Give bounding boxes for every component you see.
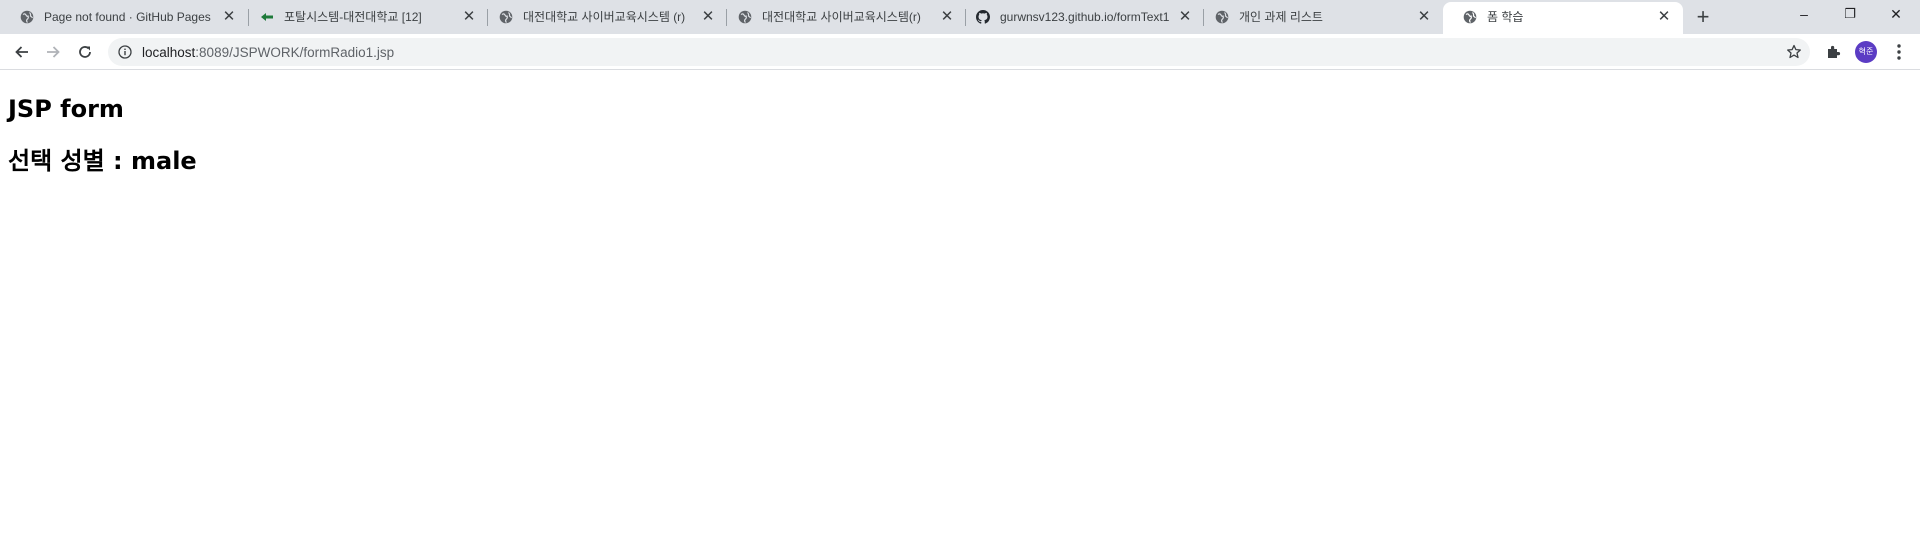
selected-gender-value: male [130, 147, 197, 175]
tab-cyber-edu-1[interactable]: 대전대학교 사이버교육시스템 (r) ✕ [479, 0, 727, 34]
url-path: :8089/JSPWORK/formRadio1.jsp [195, 45, 395, 60]
close-icon[interactable]: ✕ [461, 9, 477, 25]
selected-gender-label: 선택 성별 : [8, 147, 131, 175]
avatar[interactable]: 혁준 [1855, 41, 1877, 63]
globe-icon [1463, 10, 1477, 24]
browser-toolbar: localhost:8089/JSPWORK/formRadio1.jsp 혁준 [0, 34, 1920, 70]
close-icon[interactable]: ✕ [1177, 9, 1193, 25]
close-icon[interactable]: ✕ [1656, 9, 1672, 25]
address-bar[interactable]: localhost:8089/JSPWORK/formRadio1.jsp [108, 38, 1810, 66]
arrow-left-icon [15, 46, 28, 58]
tab-title: Page not found · GitHub Pages [44, 10, 211, 24]
close-icon[interactable]: ✕ [221, 9, 237, 25]
tab-form-study-active[interactable]: 폼 학습 ✕ [1443, 2, 1683, 34]
page-content: JSP form 선택 성별 : male [0, 71, 1920, 548]
new-tab-button[interactable]: + [1690, 5, 1716, 31]
globe-icon [499, 10, 513, 24]
close-icon[interactable]: ✕ [939, 9, 955, 25]
tab-title: 개인 과제 리스트 [1239, 10, 1323, 24]
url-host: localhost [142, 45, 196, 60]
globe-icon [1215, 10, 1229, 24]
tab-assignment-list[interactable]: 개인 과제 리스트 ✕ [1195, 0, 1443, 34]
info-icon[interactable] [118, 45, 132, 59]
page-title: JSP form [8, 95, 124, 123]
arrow-right-icon [47, 46, 60, 58]
tab-github-formtext[interactable]: gurwnsv123.github.io/formText1 ✕ [956, 0, 1204, 34]
globe-icon [738, 10, 752, 24]
close-window-button[interactable]: ✕ [1873, 0, 1919, 30]
tab-title: 대전대학교 사이버교육시스템 (r) [523, 10, 686, 24]
url-text[interactable]: localhost:8089/JSPWORK/formRadio1.jsp [142, 45, 394, 60]
reload-icon [79, 46, 91, 58]
reload-button[interactable] [71, 38, 99, 66]
tab-strip: Page not found · GitHub Pages ✕ 포탈시스템-대전… [0, 0, 1920, 34]
tab-title: 폼 학습 [1487, 10, 1524, 24]
more-vertical-icon[interactable] [1891, 42, 1907, 62]
tab-portal[interactable]: 포탈시스템-대전대학교 [12] ✕ [240, 0, 488, 34]
tab-title: 포탈시스템-대전대학교 [12] [284, 10, 422, 24]
restore-button[interactable]: ❐ [1827, 0, 1873, 30]
star-icon[interactable] [1786, 44, 1802, 60]
puzzle-icon[interactable] [1825, 43, 1843, 61]
selected-gender-heading: 선택 성별 : male [8, 146, 197, 176]
tab-title: gurwnsv123.github.io/formText1 [1000, 10, 1170, 24]
green-leaf-icon [261, 13, 273, 21]
forward-button[interactable] [39, 38, 67, 66]
globe-icon [20, 10, 34, 24]
minimize-button[interactable]: – [1781, 0, 1827, 30]
back-button[interactable] [8, 38, 36, 66]
tab-cyber-edu-2[interactable]: 대전대학교 사이버교육시스템(r) ✕ [718, 0, 966, 34]
tab-title: 대전대학교 사이버교육시스템(r) [762, 10, 921, 24]
close-icon[interactable]: ✕ [1416, 9, 1432, 25]
close-icon[interactable]: ✕ [700, 9, 716, 25]
tab-page-not-found[interactable]: Page not found · GitHub Pages ✕ [0, 0, 248, 34]
github-icon [976, 10, 990, 24]
